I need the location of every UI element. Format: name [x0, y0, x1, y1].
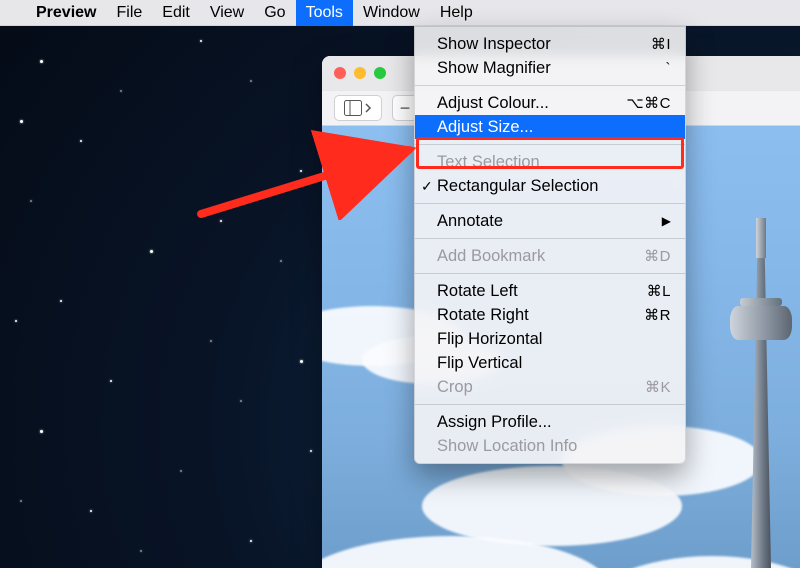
menu-item-label: Show Magnifier — [437, 59, 551, 78]
menu-item-flip-vertical[interactable]: Flip Vertical — [415, 351, 685, 375]
menu-item-show-magnifier[interactable]: Show Magnifier ` — [415, 56, 685, 80]
menu-help[interactable]: Help — [430, 0, 483, 26]
traffic-lights — [334, 67, 386, 79]
menu-separator — [415, 404, 685, 405]
menu-separator — [415, 273, 685, 274]
menu-item-rectangular-selection[interactable]: ✓Rectangular Selection — [415, 174, 685, 198]
menu-item-shortcut: ` — [666, 60, 672, 77]
menu-bar: Preview File Edit View Go Tools Window H… — [0, 0, 800, 26]
menu-edit[interactable]: Edit — [152, 0, 200, 26]
sidebar-toggle-button[interactable] — [334, 95, 382, 121]
menu-go[interactable]: Go — [254, 0, 295, 26]
menu-item-shortcut: ⌥⌘C — [626, 94, 671, 112]
menu-item-shortcut: ⌘I — [651, 35, 671, 53]
menu-item-label: Rotate Right — [437, 306, 529, 325]
menu-item-annotate[interactable]: Annotate ▶ — [415, 209, 685, 233]
menu-item-shortcut: ⌘R — [644, 306, 671, 324]
menu-item-shortcut: ⌘L — [647, 282, 671, 300]
tools-menu: Show Inspector ⌘I Show Magnifier ` Adjust Co… — [414, 26, 686, 464]
zoom-button[interactable] — [374, 67, 386, 79]
menu-item-label: Crop — [437, 378, 473, 397]
menu-item-show-location-info: Show Location Info — [415, 434, 685, 458]
menu-item-assign-profile[interactable]: Assign Profile... — [415, 410, 685, 434]
menu-item-flip-horizontal[interactable]: Flip Horizontal — [415, 327, 685, 351]
menu-item-label: Text Selection — [437, 153, 540, 172]
menu-item-label: Show Inspector — [437, 35, 551, 54]
close-button[interactable] — [334, 67, 346, 79]
sky-tower — [722, 218, 800, 568]
menu-item-label: Adjust Colour... — [437, 94, 549, 113]
menu-separator — [415, 238, 685, 239]
menu-item-rotate-right[interactable]: Rotate Right ⌘R — [415, 303, 685, 327]
menu-item-label: Add Bookmark — [437, 247, 545, 266]
menu-tools[interactable]: Tools — [296, 0, 353, 26]
menu-item-label: Show Location Info — [437, 437, 577, 456]
minimize-button[interactable] — [354, 67, 366, 79]
menu-item-label: Flip Vertical — [437, 354, 522, 373]
menu-item-label: Adjust Size... — [437, 118, 533, 137]
menu-item-label: Rectangular Selection — [437, 177, 598, 196]
menu-file[interactable]: File — [106, 0, 152, 26]
menu-item-add-bookmark: Add Bookmark ⌘D — [415, 244, 685, 268]
menu-item-text-selection: Text Selection — [415, 150, 685, 174]
menu-item-crop: Crop ⌘K — [415, 375, 685, 399]
check-icon: ✓ — [421, 178, 433, 195]
menu-app[interactable]: Preview — [26, 0, 106, 26]
submenu-arrow-icon: ▶ — [662, 214, 671, 228]
menu-item-label: Rotate Left — [437, 282, 518, 301]
menu-item-show-inspector[interactable]: Show Inspector ⌘I — [415, 32, 685, 56]
menu-item-label: Assign Profile... — [437, 413, 552, 432]
menu-view[interactable]: View — [200, 0, 254, 26]
menu-item-adjust-colour[interactable]: Adjust Colour... ⌥⌘C — [415, 91, 685, 115]
menu-separator — [415, 144, 685, 145]
menu-item-shortcut: ⌘D — [644, 247, 671, 265]
menu-separator — [415, 85, 685, 86]
menu-item-shortcut: ⌘K — [645, 378, 671, 396]
menu-item-label: Flip Horizontal — [437, 330, 542, 349]
menu-item-rotate-left[interactable]: Rotate Left ⌘L — [415, 279, 685, 303]
menu-item-adjust-size[interactable]: Adjust Size... — [415, 115, 685, 139]
menu-item-label: Annotate — [437, 212, 503, 231]
menu-window[interactable]: Window — [353, 0, 430, 26]
menu-separator — [415, 203, 685, 204]
